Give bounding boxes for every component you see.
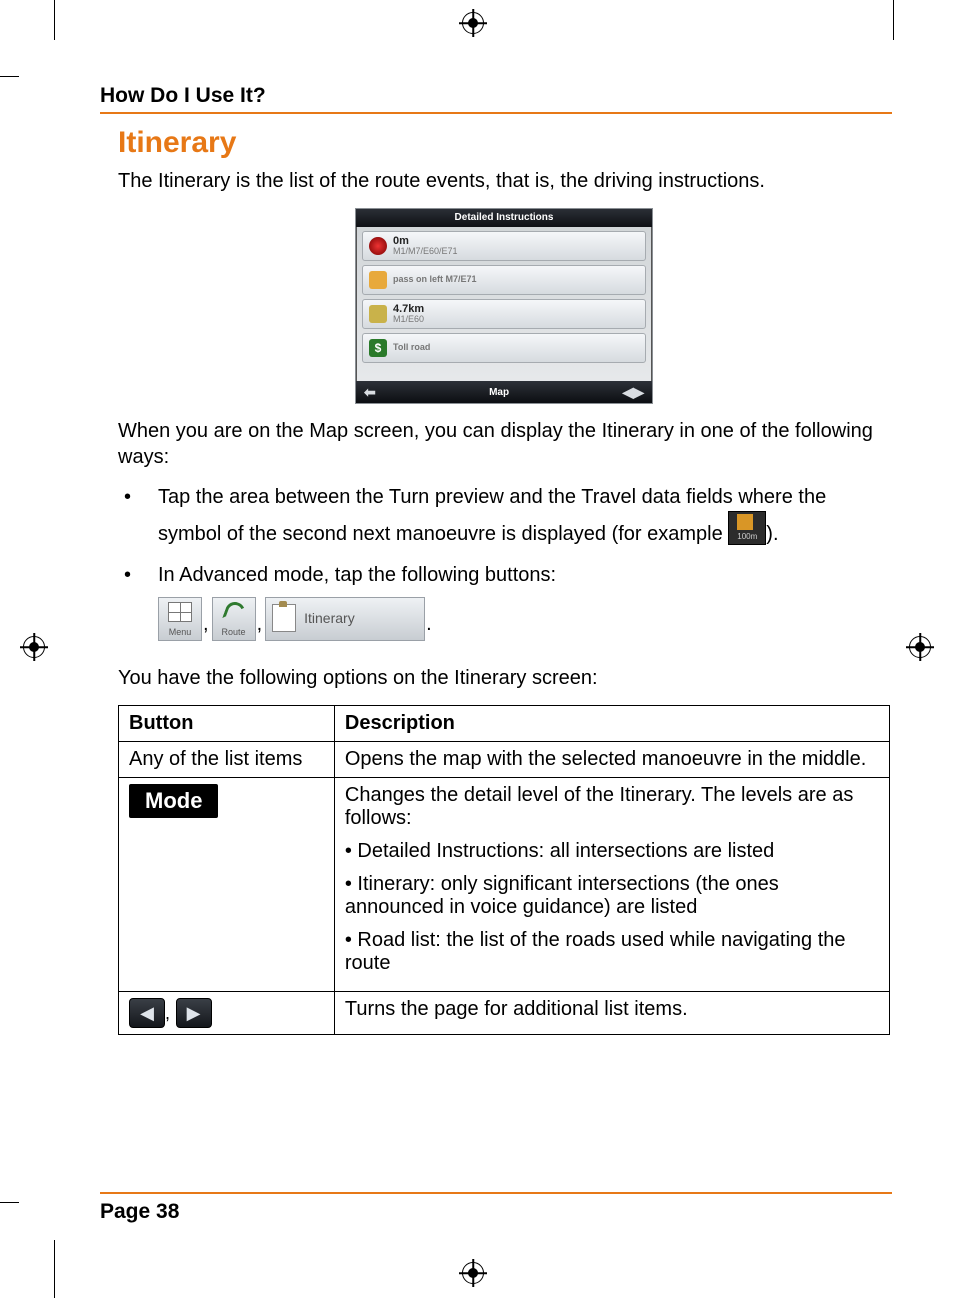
button-label: Route <box>222 626 246 638</box>
sub-item: • Detailed Instructions: all intersectio… <box>345 840 879 863</box>
bullet-text: In Advanced mode, tap the following butt… <box>158 564 556 586</box>
row-line1: pass on left M7/E71 <box>393 275 477 284</box>
options-table: Button Description Any of the list items… <box>118 705 890 1035</box>
crop-mark <box>893 0 894 40</box>
page-prev-icon: ◀ <box>129 998 165 1028</box>
left-icon <box>369 271 387 289</box>
toll-icon: $ <box>369 339 387 357</box>
cell-button: ◀, ▶ <box>119 992 335 1035</box>
registration-mark-icon <box>462 12 484 34</box>
button-label: Itinerary <box>304 609 355 628</box>
registration-mark-icon <box>462 1262 484 1284</box>
cell-text: Changes the detail level of the Itinerar… <box>345 784 853 829</box>
back-arrow-icon: ⬅ <box>364 384 376 401</box>
page-content: How Do I Use It? Itinerary The Itinerary… <box>100 84 892 1035</box>
cell-button: Mode <box>119 778 335 992</box>
map-label: Map <box>376 387 623 398</box>
footer-rule <box>100 1192 892 1194</box>
screenshot-row: 0mM1/M7/E60/E71 <box>362 231 646 261</box>
button-label: Menu <box>169 626 192 638</box>
manoeuvre-icon: 100m <box>728 511 766 545</box>
sub-item: • Itinerary: only significant intersecti… <box>345 873 879 919</box>
screenshot-title: Detailed Instructions <box>356 209 652 227</box>
screenshot-row: $ Toll road <box>362 333 646 363</box>
device-screenshot: Detailed Instructions 0mM1/M7/E60/E71 pa… <box>355 208 653 404</box>
bullet-text: Tap the area between the Turn preview an… <box>158 486 826 545</box>
col-button-header: Button <box>119 706 335 742</box>
table-row: Mode Changes the detail level of the Iti… <box>119 778 890 992</box>
sub-item: • Road list: the list of the roads used … <box>345 929 879 975</box>
mode-badge-icon: Mode <box>129 784 218 818</box>
screenshot-footer: ⬅ Map ◀ ▶ <box>356 381 652 403</box>
paragraph: When you are on the Map screen, you can … <box>118 418 890 470</box>
col-description-header: Description <box>334 706 889 742</box>
crop-mark <box>0 76 19 77</box>
bullet-list: Tap the area between the Turn preview an… <box>118 484 890 641</box>
intro-paragraph: The Itinerary is the list of the route e… <box>118 168 890 194</box>
cell-description: Changes the detail level of the Itinerar… <box>334 778 889 992</box>
list-item: In Advanced mode, tap the following butt… <box>118 562 890 641</box>
table-row: ◀, ▶ Turns the page for additional list … <box>119 992 890 1035</box>
sub-list: • Detailed Instructions: all intersectio… <box>345 840 879 975</box>
separator: , <box>203 611 211 641</box>
page-next-icon: ▶ <box>176 998 212 1028</box>
page-number: Page 38 <box>100 1200 179 1224</box>
screenshot-row: pass on left M7/E71 <box>362 265 646 295</box>
list-item: Tap the area between the Turn preview an… <box>118 484 890 548</box>
separator: , <box>257 611 265 641</box>
row-line1: Toll road <box>393 343 430 352</box>
table-row: Any of the list items Opens the map with… <box>119 742 890 778</box>
itinerary-button-icon: Itinerary <box>265 597 425 641</box>
screenshot-row: 4.7kmM1/E60 <box>362 299 646 329</box>
cell-button: Any of the list items <box>119 742 335 778</box>
section-header: How Do I Use It? <box>100 84 892 114</box>
crop-mark <box>54 0 55 40</box>
page-title: Itinerary <box>118 126 890 160</box>
registration-mark-icon <box>23 636 45 658</box>
route-button-icon: Route <box>212 597 256 641</box>
row-line2: M1/E60 <box>393 315 424 324</box>
prev-arrow-icon: ◀ <box>622 384 633 401</box>
merge-icon <box>369 305 387 323</box>
row-line2: M1/M7/E60/E71 <box>393 247 458 256</box>
cell-description: Opens the map with the selected manoeuvr… <box>334 742 889 778</box>
table-header-row: Button Description <box>119 706 890 742</box>
menu-button-icon: Menu <box>158 597 202 641</box>
start-icon <box>369 237 387 255</box>
crop-mark <box>54 1240 55 1298</box>
paragraph: You have the following options on the It… <box>118 665 890 691</box>
separator: . <box>426 611 434 641</box>
crop-mark <box>0 1202 19 1203</box>
next-arrow-icon: ▶ <box>633 384 644 401</box>
bullet-text-tail: ). <box>766 523 778 545</box>
registration-mark-icon <box>909 636 931 658</box>
cell-description: Turns the page for additional list items… <box>334 992 889 1035</box>
button-sequence: Menu, Route, Itinerary. <box>158 597 890 641</box>
